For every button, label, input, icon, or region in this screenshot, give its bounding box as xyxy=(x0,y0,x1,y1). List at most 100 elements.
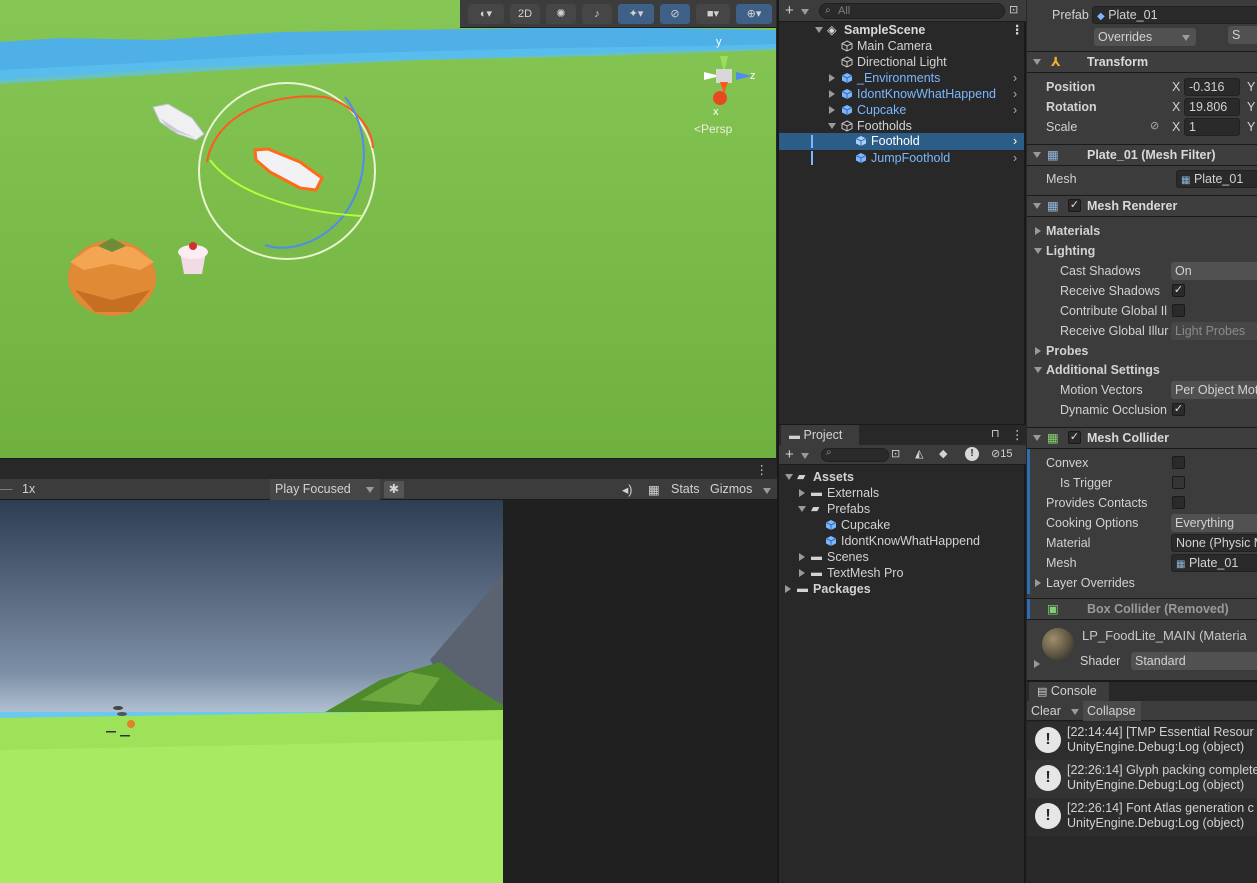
2d-toggle[interactable]: 2D xyxy=(510,4,540,24)
collapse-icon[interactable] xyxy=(1034,367,1042,373)
scene-canvas[interactable] xyxy=(0,0,776,458)
prefab-field[interactable]: ◆ Plate_01 xyxy=(1092,6,1257,24)
probes-foldout[interactable]: Probes xyxy=(1035,344,1088,358)
gizmos-button[interactable]: Gizmos xyxy=(710,482,752,496)
bug-icon[interactable]: ✱ xyxy=(384,481,404,498)
grid-icon[interactable]: ▦ xyxy=(648,482,660,497)
folder-packages[interactable]: ▬ Packages xyxy=(779,579,1024,599)
camera-dropdown[interactable]: ■▾ xyxy=(696,4,730,24)
expand-icon[interactable] xyxy=(829,90,835,98)
receive-shadows-checkbox[interactable]: ✓ xyxy=(1172,284,1185,297)
gizmos-dropdown[interactable]: ⊕▾ xyxy=(736,4,772,24)
effects-dropdown[interactable]: ✦▾ xyxy=(618,4,654,24)
collapse-icon[interactable] xyxy=(1034,248,1042,254)
dynamic-occlusion-checkbox[interactable]: ✓ xyxy=(1172,403,1185,416)
rotation-x-input[interactable]: 19.806 xyxy=(1184,98,1240,116)
expand-icon[interactable] xyxy=(785,585,791,593)
scene-view[interactable]: ◐▾ 2D ✺ ♪ ✦▾ ⊘ ■▾ ⊕▾ y z x <Persp xyxy=(0,0,776,458)
search-by-type-icon[interactable]: ⊡ xyxy=(891,447,900,460)
persp-label[interactable]: <Persp xyxy=(694,122,732,136)
search-options-icon[interactable]: ⊡ xyxy=(1009,3,1018,16)
cast-shadows-dropdown[interactable]: On xyxy=(1171,262,1257,280)
open-prefab-icon[interactable]: › xyxy=(1013,148,1017,168)
kebab-menu-icon[interactable]: ⋮ xyxy=(756,462,769,477)
expand-icon[interactable] xyxy=(785,474,793,480)
select-button[interactable]: S xyxy=(1228,26,1257,44)
expand-icon[interactable] xyxy=(799,489,805,497)
layer-overrides-foldout[interactable]: Layer Overrides xyxy=(1035,576,1135,590)
label-icon[interactable]: ◆ xyxy=(939,447,947,460)
project-search-input[interactable]: ⌕ xyxy=(821,447,889,462)
lock-icon[interactable]: ⊓ xyxy=(991,427,1000,440)
motion-vectors-dropdown[interactable]: Per Object Mot xyxy=(1171,381,1257,399)
warning-filter-icon[interactable]: ! xyxy=(965,447,979,461)
clear-button[interactable]: Clear xyxy=(1031,704,1061,718)
hidden-packages-icon[interactable]: ⊘15 xyxy=(991,447,1012,460)
mesh-collider-header[interactable]: ▦ ✓ Mesh Collider xyxy=(1027,427,1257,449)
collapse-toggle[interactable]: Collapse xyxy=(1083,701,1141,721)
add-icon[interactable]: + xyxy=(785,2,794,19)
gizmos-dropdown-arrow-icon[interactable] xyxy=(763,488,771,494)
clear-options-icon[interactable] xyxy=(1071,709,1079,715)
audio-toggle[interactable]: ♪ xyxy=(582,4,612,24)
mesh-field[interactable]: ▦ Plate_01 xyxy=(1176,170,1257,188)
add-dropdown-icon[interactable] xyxy=(801,453,809,459)
expand-icon[interactable] xyxy=(798,506,806,512)
collapse-icon[interactable] xyxy=(1033,435,1041,441)
lighting-foldout[interactable]: Lighting xyxy=(1034,244,1095,258)
cooking-options-dropdown[interactable]: Everything xyxy=(1171,514,1257,532)
stats-button[interactable]: Stats xyxy=(671,482,700,496)
position-x-input[interactable]: -0.316 xyxy=(1184,78,1240,96)
box-collider-removed-header[interactable]: ▣ Box Collider (Removed) xyxy=(1027,598,1257,620)
expand-icon[interactable] xyxy=(799,569,805,577)
collider-mesh-field[interactable]: ▦ Plate_01 xyxy=(1171,554,1257,572)
provides-contacts-checkbox[interactable] xyxy=(1172,496,1185,509)
hierarchy-search-input[interactable]: ⌕ All xyxy=(819,3,1005,19)
expand-icon[interactable] xyxy=(799,553,805,561)
expand-icon[interactable] xyxy=(829,74,835,82)
project-menu-icon[interactable]: ⋮ xyxy=(1011,427,1024,442)
console-log-entry[interactable]: ! [22:14:44] [TMP Essential Resour Unity… xyxy=(1027,722,1257,760)
convex-checkbox[interactable] xyxy=(1172,456,1185,469)
visibility-toggle[interactable]: ⊘ xyxy=(660,4,690,24)
mesh-renderer-header[interactable]: ▦ ✓ Mesh Renderer xyxy=(1027,195,1257,217)
scale-value[interactable]: 1x xyxy=(22,482,35,496)
game-canvas[interactable] xyxy=(0,500,503,883)
add-dropdown-icon[interactable] xyxy=(801,9,809,15)
physic-material-field[interactable]: None (Physic M xyxy=(1171,534,1257,552)
scene-expand-icon[interactable] xyxy=(815,27,823,33)
enabled-checkbox[interactable]: ✓ xyxy=(1068,431,1081,444)
game-view[interactable] xyxy=(0,500,503,883)
tab-project[interactable]: ▬ Project xyxy=(781,425,859,445)
orientation-gizmo[interactable]: y z x <Persp xyxy=(690,36,770,136)
overrides-dropdown[interactable]: Overrides xyxy=(1094,28,1196,46)
hierarchy-item-jumpfoothold[interactable]: JumpFoothold › xyxy=(779,148,1024,168)
enabled-checkbox[interactable]: ✓ xyxy=(1068,199,1081,212)
transform-header[interactable]: ⅄ Transform xyxy=(1027,51,1257,73)
link-icon[interactable]: ⊘ xyxy=(1150,119,1159,132)
expand-icon[interactable] xyxy=(1035,227,1041,235)
mesh-filter-header[interactable]: ▦ Plate_01 (Mesh Filter) xyxy=(1027,144,1257,166)
materials-foldout[interactable]: Materials xyxy=(1035,224,1100,238)
contribute-gi-checkbox[interactable] xyxy=(1172,304,1185,317)
console-log-entry[interactable]: ! [22:26:14] Glyph packing complete Unit… xyxy=(1027,760,1257,798)
additional-settings-foldout[interactable]: Additional Settings xyxy=(1034,363,1160,377)
expand-icon[interactable] xyxy=(829,106,835,114)
tab-console[interactable]: ▤ Console xyxy=(1029,682,1109,701)
collapse-icon[interactable] xyxy=(1033,203,1041,209)
lighting-toggle[interactable]: ✺ xyxy=(546,4,576,24)
collapse-icon[interactable] xyxy=(1033,59,1041,65)
material-expand-icon[interactable] xyxy=(1034,660,1040,668)
filter-type-icon[interactable]: ◭ xyxy=(915,447,923,460)
console-log-entry[interactable]: ! [22:26:14] Font Atlas generation c Uni… xyxy=(1027,798,1257,836)
expand-icon[interactable] xyxy=(1035,579,1041,587)
mute-audio-icon[interactable]: ◂) xyxy=(622,482,632,497)
collapse-icon[interactable] xyxy=(828,123,836,129)
draw-mode-dropdown[interactable]: ◐▾ xyxy=(468,4,504,24)
play-mode-dropdown[interactable]: Play Focused xyxy=(270,479,380,500)
scale-x-input[interactable]: 1 xyxy=(1184,118,1240,136)
shader-dropdown[interactable]: Standard xyxy=(1131,652,1257,670)
expand-icon[interactable] xyxy=(1035,347,1041,355)
add-icon[interactable]: + xyxy=(785,446,794,463)
collapse-icon[interactable] xyxy=(1033,152,1041,158)
